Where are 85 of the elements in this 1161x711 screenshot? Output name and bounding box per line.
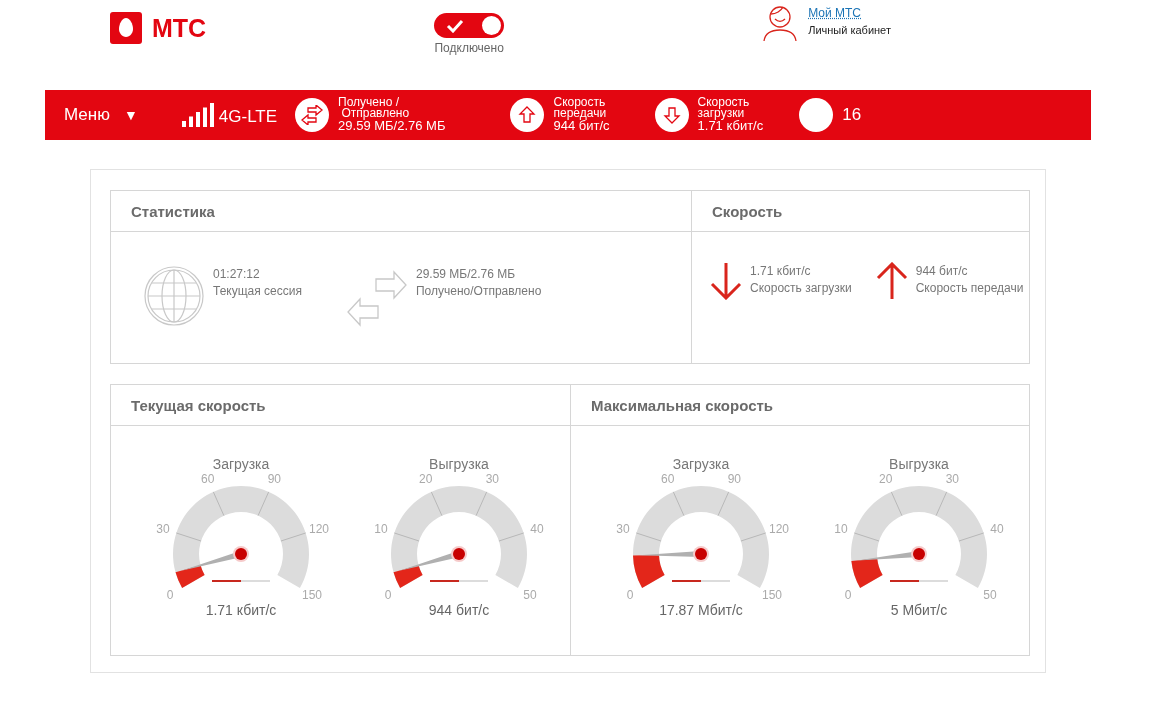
tick-mark — [257, 491, 270, 517]
tick-label: 20 — [418, 472, 433, 487]
user-icon — [762, 4, 799, 42]
account-link[interactable]: Мой МТС — [808, 6, 891, 20]
signal-icon — [181, 103, 215, 127]
tick-mark — [635, 532, 662, 542]
arrow-down-icon — [662, 106, 681, 124]
traffic-label: Получено/Отправлено — [415, 284, 542, 298]
tick-mark — [935, 491, 948, 517]
speed-label: Скорость передачи — [915, 281, 1024, 295]
speed-label: Скорость загрузки — [750, 281, 852, 295]
tick-label: 120 — [768, 521, 789, 536]
arrow-up-icon — [518, 106, 537, 124]
tick-label: 50 — [523, 588, 537, 600]
tick-mark — [175, 532, 202, 542]
session-label: Текущая сессия — [213, 284, 302, 298]
tick-label: 50 — [983, 588, 997, 600]
stat-value: 1.71 кбит/с — [697, 119, 764, 133]
tick-label: 10 — [834, 521, 848, 536]
status-circle-icon — [799, 98, 834, 132]
stat-label: Получено / Отправлено — [338, 97, 411, 119]
gauge-title: Загрузка — [672, 456, 730, 472]
logo-icon — [110, 12, 142, 44]
tick-mark — [853, 532, 880, 542]
tick-mark — [475, 491, 488, 517]
tick-label: 150 — [302, 588, 323, 600]
gauge-title: Загрузка — [212, 456, 270, 472]
tick-mark — [672, 491, 685, 517]
tick-label: 30 — [156, 521, 170, 536]
gauge-value: 1.71 кбит/с — [205, 602, 277, 618]
traffic-value: 29.59 МБ/2.76 МБ — [415, 267, 517, 281]
tick-mark — [498, 532, 525, 542]
tick-mark — [212, 491, 225, 517]
tick-mark — [740, 532, 767, 542]
gauge-title: Выгрузка — [429, 456, 489, 472]
stat-value: 944 бит/с — [553, 119, 610, 133]
tick-label: 0 — [844, 588, 852, 600]
tick-label: 90 — [727, 472, 742, 487]
stat-label: Скорость передачи — [553, 97, 607, 119]
tick-mark — [958, 532, 985, 542]
gauge-value: 17.87 Мбит/с — [659, 602, 743, 618]
tick-label: 150 — [762, 588, 783, 600]
tick-label: 90 — [267, 472, 282, 487]
count-value: 16 — [842, 105, 862, 125]
panel-title: Статистика — [111, 191, 691, 232]
tick-label: 30 — [485, 472, 500, 487]
connection-status: Подключено — [434, 41, 504, 55]
tick-label: 60 — [200, 472, 215, 487]
tick-label: 10 — [374, 521, 388, 536]
stat-label: Скорость загрузки — [697, 97, 750, 119]
speed-value: 944 бит/с — [915, 264, 969, 278]
tick-mark — [280, 532, 307, 542]
gauge-value: 944 бит/с — [428, 602, 490, 618]
network-type: 4G-LTE — [218, 107, 278, 127]
session-time: 01:27:12 — [213, 267, 261, 281]
gauge-title: Выгрузка — [889, 456, 949, 472]
tick-label: 40 — [990, 521, 1004, 536]
tick-label: 30 — [616, 521, 630, 536]
arrow-down-icon — [710, 262, 742, 300]
check-icon — [446, 18, 465, 33]
globe-icon — [143, 265, 205, 327]
tick-mark — [717, 491, 730, 517]
arrow-up-icon — [875, 262, 908, 300]
speed-value: 1.71 кбит/с — [750, 264, 812, 278]
tick-label: 120 — [308, 521, 329, 536]
logo-text: МТС — [152, 13, 207, 43]
connection-toggle[interactable] — [434, 13, 505, 38]
tick-label: 20 — [878, 472, 893, 487]
account-caption: Личный кабинет — [808, 24, 891, 36]
gauge-value: 5 Мбит/с — [890, 602, 948, 618]
panel-title: Скорость — [692, 191, 1029, 232]
tick-mark — [890, 491, 903, 517]
tick-label: 0 — [384, 588, 392, 600]
tick-mark — [430, 491, 443, 517]
tick-label: 60 — [660, 472, 675, 487]
arrows-exchange-icon — [301, 105, 324, 125]
tick-label: 0 — [166, 588, 174, 600]
tick-mark — [393, 532, 420, 542]
tick-label: 30 — [945, 472, 960, 487]
panel-title: Текущая скорость — [111, 385, 570, 426]
stat-value: 29.59 МБ/2.76 МБ — [338, 119, 446, 133]
tick-label: 0 — [626, 588, 634, 600]
menu-button[interactable]: Меню ▼ — [64, 105, 138, 125]
panel-title: Максимальная скорость — [571, 385, 1029, 426]
tick-label: 40 — [530, 521, 544, 536]
